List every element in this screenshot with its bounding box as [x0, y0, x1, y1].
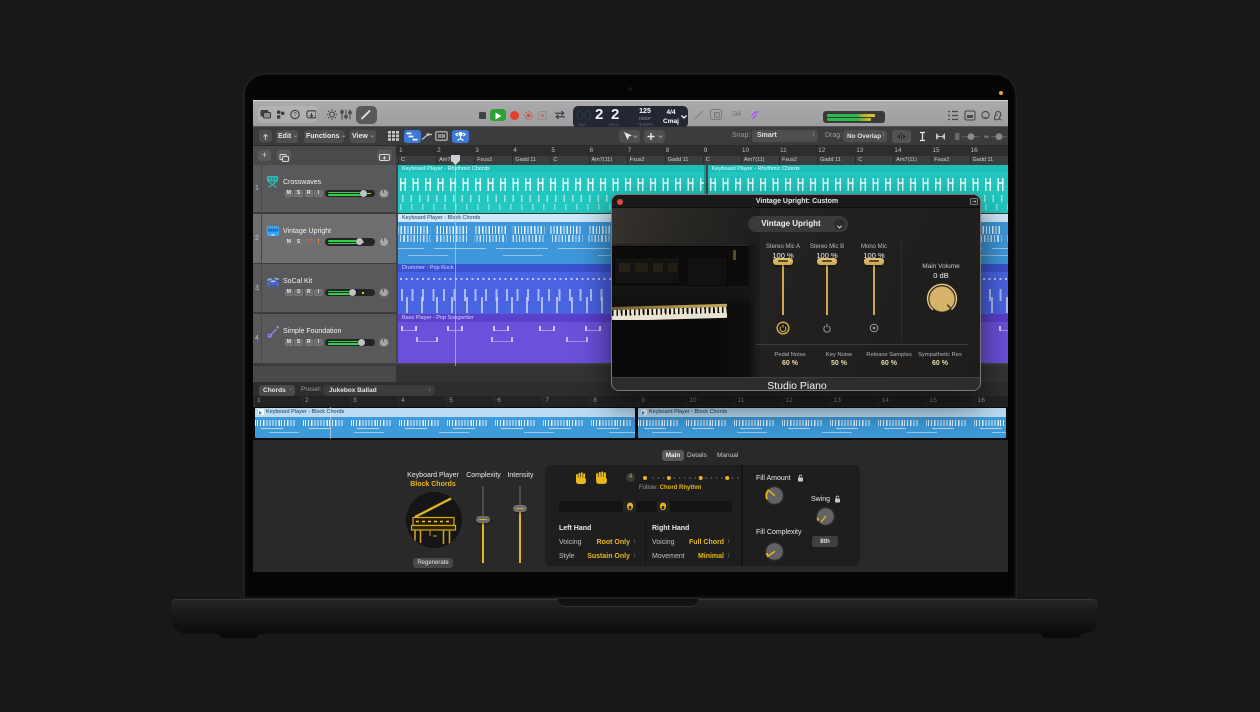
svg-text:?: ? [293, 113, 297, 119]
